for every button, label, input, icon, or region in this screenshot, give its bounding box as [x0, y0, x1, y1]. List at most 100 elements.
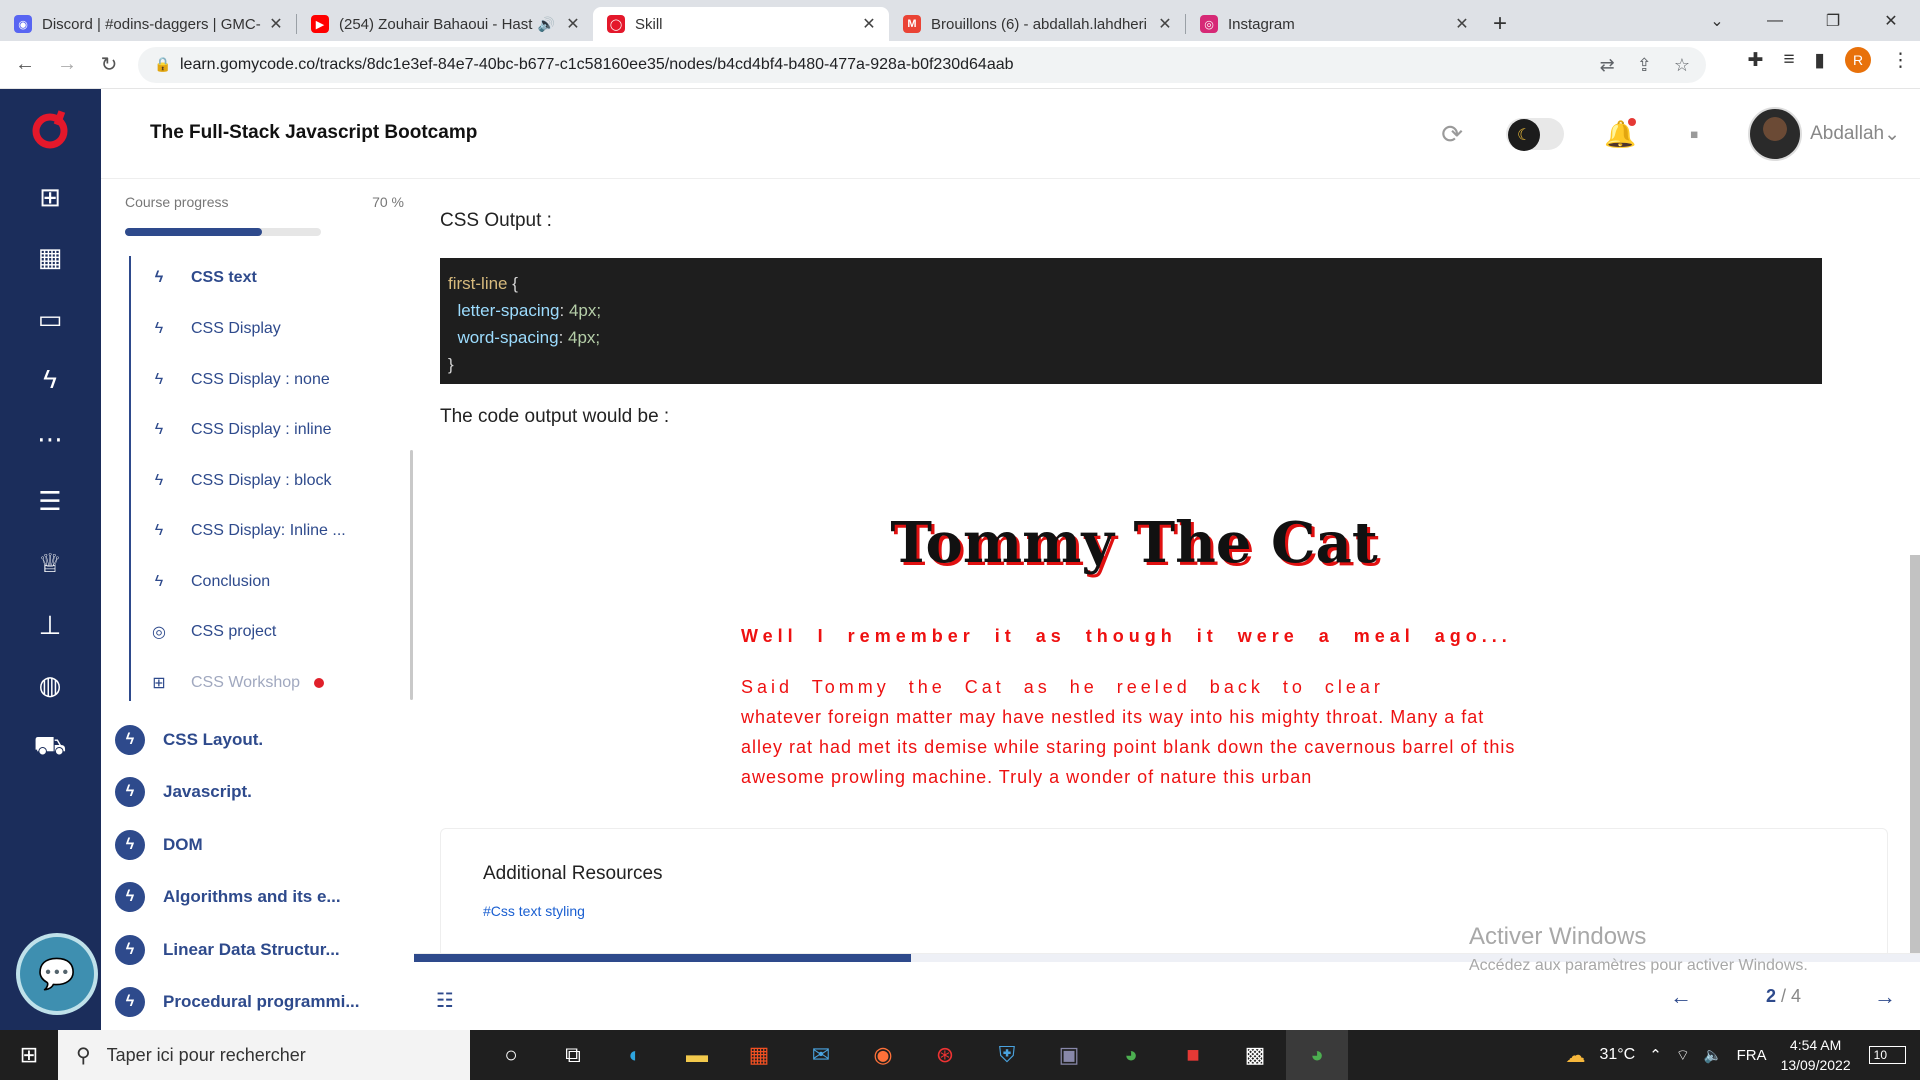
code-line: letter-spacing: 4px;	[457, 301, 602, 320]
tab-close-icon[interactable]: ✕	[1155, 14, 1175, 34]
globe-icon[interactable]: ◍	[32, 667, 68, 703]
lesson-item[interactable]: ϟ CSS Display : none	[149, 368, 330, 392]
taskbar-search[interactable]: ⚲ Taper ici pour rechercher	[58, 1030, 470, 1080]
shield-icon[interactable]: ⛨	[976, 1030, 1038, 1080]
cart-icon[interactable]: ⛟	[32, 729, 68, 765]
minimize-icon[interactable]: —	[1746, 0, 1804, 41]
laptop-icon[interactable]: ▭	[32, 301, 68, 337]
bell-icon[interactable]: 🔔	[1600, 114, 1640, 154]
firefox-icon[interactable]: ◉	[852, 1030, 914, 1080]
url-text: learn.gomycode.co/tracks/8dc1e3ef-84e7-4…	[180, 56, 1014, 73]
network-icon[interactable]: ⌔	[1676, 1046, 1690, 1065]
lightning-icon[interactable]: ϟ	[32, 361, 68, 397]
chat-icon[interactable]: ▪	[1674, 114, 1714, 154]
weather-icon[interactable]: ☁	[1565, 1043, 1585, 1068]
mail-icon[interactable]: ✉	[790, 1030, 852, 1080]
tab-search-icon[interactable]: ⌄	[1688, 0, 1746, 41]
lesson-item[interactable]: ϟ CSS Display: Inline ...	[149, 519, 346, 543]
volume-icon[interactable]: 🔈	[1704, 1046, 1723, 1064]
restore-icon[interactable]: ❐	[1804, 0, 1862, 41]
tab-close-icon[interactable]: ✕	[563, 14, 583, 34]
cortana-icon[interactable]: ○	[480, 1030, 542, 1080]
side-panel-icon[interactable]: ▮	[1815, 49, 1825, 72]
arrow-right-icon[interactable]: →	[1874, 984, 1896, 1010]
menu-icon[interactable]: ⋮	[1891, 49, 1910, 72]
lesson-item[interactable]: ϟ CSS Display : inline	[149, 418, 332, 442]
chrome-icon[interactable]: ◕	[1100, 1030, 1162, 1080]
temperature[interactable]: 31°C	[1599, 1046, 1635, 1064]
address-bar[interactable]: 🔒 learn.gomycode.co/tracks/8dc1e3ef-84e7…	[138, 47, 1706, 83]
article-icon[interactable]: ☰	[32, 483, 68, 519]
speaker-icon[interactable]: 🔊	[538, 16, 555, 33]
lesson-item[interactable]: ϟ CSS Display	[149, 317, 281, 341]
back-icon[interactable]: ←	[8, 48, 42, 82]
notification-center-icon[interactable]: 10	[1868, 1046, 1906, 1064]
tab-close-icon[interactable]: ✕	[1452, 14, 1472, 34]
lesson-item[interactable]: ϟ CSS text	[149, 266, 257, 290]
profile-avatar[interactable]: R	[1845, 47, 1871, 73]
browser-tab-gmail[interactable]: M Brouillons (6) - abdallah.lahdheri ✕	[889, 7, 1185, 41]
game-icon[interactable]: ⊛	[914, 1030, 976, 1080]
close-window-icon[interactable]: ✕	[1862, 0, 1920, 41]
tray-chevron-icon[interactable]: ⌃	[1649, 1046, 1662, 1064]
list-icon[interactable]: ☷	[436, 988, 454, 1013]
tab-title: Skill	[635, 15, 663, 33]
hierarchy-icon[interactable]: ⊥	[32, 607, 68, 643]
app-icon[interactable]: ■	[1162, 1030, 1224, 1080]
browser-tab-discord[interactable]: ◉ Discord | #odins-daggers | GMC- ✕	[0, 7, 296, 41]
chapter-item[interactable]: ϟ Linear Data Structur...	[115, 935, 340, 965]
extensions-icon[interactable]: ✚	[1748, 49, 1764, 72]
taskbar-apps: ○ ⧉ ◐ ▬ ▦ ✉ ◉ ⊛ ⛨ ▣ ◕ ■ ▩ ◕	[480, 1030, 1348, 1080]
chapter-item[interactable]: ϟ Javascript.	[115, 777, 252, 807]
language-indicator[interactable]: FRA	[1737, 1047, 1767, 1064]
browser-tab-youtube[interactable]: ▶ (254) Zouhair Bahaoui - Hast 🔊 ✕	[297, 7, 593, 41]
chapter-item[interactable]: ϟ CSS Layout.	[115, 725, 263, 755]
username[interactable]: Abdallah	[1810, 123, 1884, 145]
reload-icon[interactable]: ↻	[92, 48, 126, 82]
page-scrollbar[interactable]	[1910, 555, 1920, 953]
edge-icon[interactable]: ◐	[604, 1030, 666, 1080]
share-icon[interactable]: ⇪	[1637, 55, 1652, 76]
lesson-item[interactable]: ϟ CSS Display : block	[149, 469, 332, 493]
browser-tab-skill[interactable]: ◯ Skill ✕	[593, 7, 889, 41]
chapter-item[interactable]: ϟ Procedural programmi...	[115, 987, 360, 1017]
windows-start-icon[interactable]: ⊞	[0, 1030, 58, 1080]
new-tab-button[interactable]: +	[1482, 7, 1518, 41]
messages-icon[interactable]: ⋯	[32, 421, 68, 457]
sync-icon[interactable]: ⟳	[1432, 114, 1472, 154]
epic-games-icon[interactable]: ▩	[1224, 1030, 1286, 1080]
user-avatar[interactable]	[1748, 107, 1803, 161]
dark-mode-toggle[interactable]: ☾	[1506, 118, 1565, 151]
trophy-icon[interactable]: ♕	[32, 545, 68, 581]
arrow-left-icon[interactable]: ←	[1670, 984, 1692, 1010]
task-view-icon[interactable]: ⧉	[542, 1030, 604, 1080]
lock-icon[interactable]: 🔒	[154, 56, 171, 73]
chapter-item[interactable]: ϟ DOM	[115, 830, 203, 860]
tab-close-icon[interactable]: ✕	[266, 14, 286, 34]
chat-support-button[interactable]: 💬	[20, 937, 94, 1011]
clock[interactable]: 4:54 AM 13/09/2022	[1781, 1035, 1851, 1075]
lesson-item[interactable]: ◎ CSS project	[149, 620, 276, 644]
bookmark-star-icon[interactable]: ☆	[1674, 55, 1690, 76]
tracks-icon[interactable]: ⊞	[32, 179, 68, 215]
calculator-icon[interactable]: ▣	[1038, 1030, 1100, 1080]
calendar-icon[interactable]: ▦	[32, 239, 68, 275]
notification-dot	[1628, 118, 1637, 126]
total-pages: / 4	[1781, 986, 1802, 1006]
lesson-item[interactable]: ϟ Conclusion	[149, 570, 270, 594]
forward-icon[interactable]: →	[50, 48, 84, 82]
file-explorer-icon[interactable]: ▬	[666, 1030, 728, 1080]
lesson-list: ϟ CSS text ϟ CSS Display ϟ CSS Display :…	[129, 256, 414, 701]
reading-list-icon[interactable]: ≡	[1783, 49, 1794, 71]
tab-close-icon[interactable]: ✕	[859, 14, 879, 34]
translate-icon[interactable]: ⇄	[1600, 55, 1615, 76]
chevron-down-icon[interactable]: ⌄	[1884, 123, 1900, 146]
lesson-item[interactable]: ⊞ CSS Workshop	[149, 671, 325, 695]
sidebar-scrollbar[interactable]	[410, 450, 413, 700]
resource-link[interactable]: #Css text styling	[483, 903, 585, 919]
store-icon[interactable]: ▦	[728, 1030, 790, 1080]
gomycode-logo[interactable]	[30, 109, 70, 149]
browser-tab-instagram[interactable]: ◎ Instagram ✕	[1186, 7, 1482, 41]
chrome-profile-icon[interactable]: ◕	[1286, 1030, 1348, 1080]
chapter-item[interactable]: ϟ Algorithms and its e...	[115, 882, 341, 912]
